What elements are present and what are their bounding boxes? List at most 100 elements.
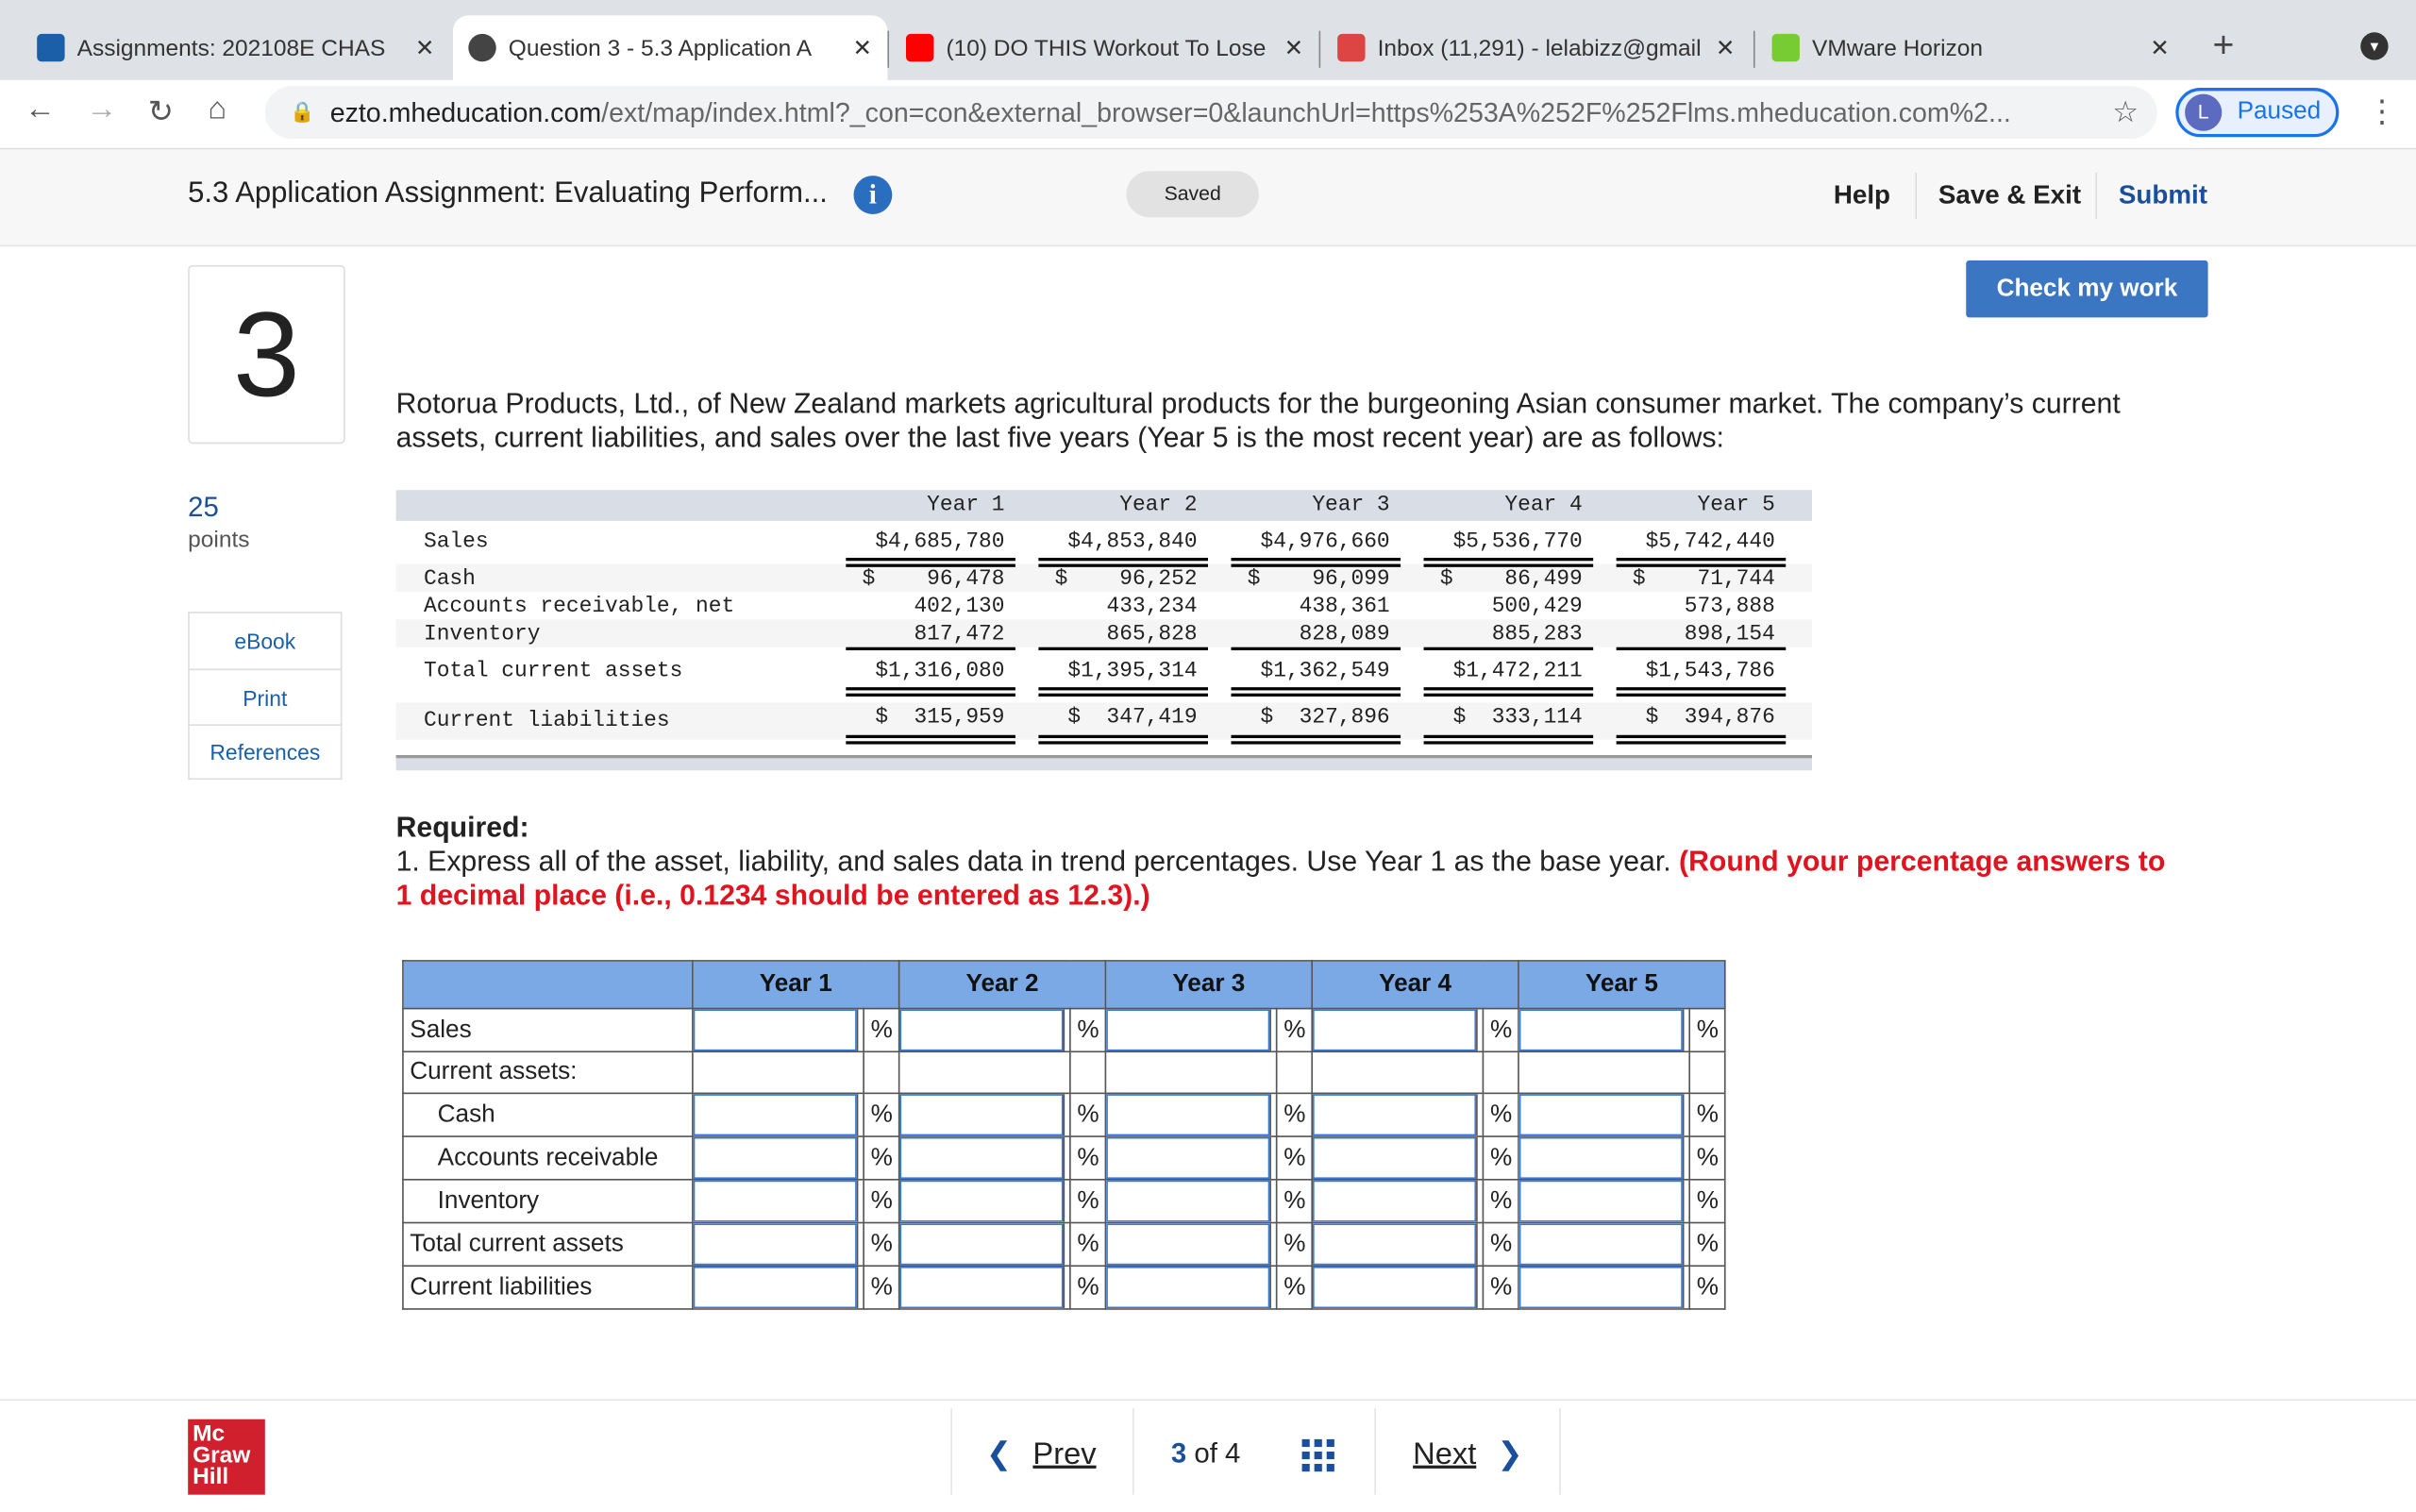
percent-unit: %	[1689, 1221, 1726, 1268]
reload-icon[interactable]: ↻	[148, 92, 174, 131]
youtube-icon	[905, 33, 934, 62]
percent-input[interactable]	[899, 1180, 1065, 1222]
percent-unit: %	[1276, 1135, 1314, 1181]
percent-input[interactable]	[1313, 1223, 1478, 1266]
percent-input[interactable]	[1106, 1009, 1271, 1051]
percent-input[interactable]	[1518, 1180, 1685, 1222]
percent-input[interactable]	[1313, 1180, 1478, 1222]
table-row: Inventory%%%%%	[402, 1178, 1726, 1224]
check-my-work-button[interactable]: Check my work	[1966, 260, 2208, 318]
cell-value: $ 394,876	[1645, 705, 1775, 731]
percent-unit: %	[1276, 1265, 1314, 1310]
cell-value: $ 96,252	[1054, 566, 1198, 592]
table-row: Sales%%%%%	[402, 1007, 1726, 1053]
cell-value: $ 327,896	[1260, 705, 1390, 731]
cell-value: $ 347,419	[1067, 705, 1198, 731]
cell-value: $1,472,211	[1452, 659, 1583, 684]
tab-search-icon[interactable]: ▼	[2360, 32, 2389, 60]
save-exit-link[interactable]: Save & Exit	[1938, 180, 2081, 211]
percent-unit: %	[864, 1178, 900, 1224]
percent-input[interactable]	[1518, 1009, 1685, 1051]
percent-input[interactable]	[899, 1094, 1065, 1136]
required-label: Required:	[395, 810, 529, 844]
close-tab-icon[interactable]: ✕	[1284, 34, 1304, 62]
percent-input[interactable]	[899, 1267, 1065, 1309]
browser-tab[interactable]: VMware Horizon ✕	[1756, 15, 2185, 80]
help-link[interactable]: Help	[1834, 180, 1890, 211]
close-tab-icon[interactable]: ✕	[853, 34, 873, 62]
profile-button[interactable]: L Paused	[2175, 88, 2340, 138]
row-label: Total current assets	[423, 659, 683, 684]
back-icon[interactable]: ←	[25, 92, 56, 128]
page-indicator: 3 of 4	[1170, 1437, 1241, 1469]
row-label: Inventory	[423, 622, 541, 647]
ebook-link[interactable]: eBook	[188, 612, 343, 671]
forward-icon[interactable]: →	[86, 92, 117, 128]
percent-unit: %	[1069, 1092, 1107, 1137]
percent-input[interactable]	[693, 1223, 859, 1266]
cell-value: 885,283	[1491, 622, 1583, 647]
table-row: Current assets:	[402, 1050, 1726, 1095]
browser-tab[interactable]: Inbox (11,291) - lelabizz@gmail ✕	[1322, 15, 1751, 80]
cell-value: $5,742,440	[1645, 529, 1775, 555]
percent-unit: %	[864, 1007, 900, 1053]
year-header: Year 5	[1697, 493, 1775, 518]
cell-value: 573,888	[1684, 595, 1775, 620]
new-tab-button[interactable]: +	[2212, 25, 2234, 68]
bookmark-star-icon[interactable]: ☆	[2112, 94, 2139, 130]
next-button[interactable]: Next ❯	[1413, 1435, 1523, 1473]
percent-input[interactable]	[1518, 1223, 1685, 1266]
menu-icon[interactable]: ⋮	[2367, 92, 2398, 131]
browser-tab[interactable]: (10) DO THIS Workout To Lose ✕	[891, 15, 1319, 80]
percent-input[interactable]	[1106, 1136, 1271, 1179]
percent-unit: %	[1276, 1007, 1314, 1053]
percent-unit: %	[1069, 1135, 1107, 1181]
address-bar[interactable]: 🔒 ezto.mheducation.com/ext/map/index.htm…	[264, 86, 2157, 139]
percent-input[interactable]	[1518, 1267, 1685, 1309]
close-tab-icon[interactable]: ✕	[1716, 34, 1736, 62]
percent-input[interactable]	[1313, 1009, 1478, 1051]
percent-unit: %	[864, 1092, 900, 1137]
assignment-title: 5.3 Application Assignment: Evaluating P…	[188, 176, 828, 210]
percent-input[interactable]	[1313, 1136, 1478, 1179]
percent-input[interactable]	[1313, 1267, 1478, 1309]
browser-tab[interactable]: Assignments: 202108E CHAS ✕	[22, 15, 450, 80]
percent-input[interactable]	[1106, 1180, 1271, 1222]
url-host: ezto.mheducation.com	[329, 96, 602, 127]
percent-input[interactable]	[899, 1009, 1065, 1051]
references-link[interactable]: References	[188, 724, 343, 781]
chevron-left-icon: ❮	[985, 1437, 1013, 1472]
submit-link[interactable]: Submit	[2119, 180, 2207, 211]
percent-input[interactable]	[693, 1136, 859, 1179]
percent-input[interactable]	[899, 1223, 1065, 1266]
percent-input[interactable]	[899, 1136, 1065, 1179]
cell-value: $1,395,314	[1067, 659, 1198, 684]
percent-input[interactable]	[1106, 1267, 1271, 1309]
percent-unit: %	[1276, 1221, 1314, 1268]
percent-input[interactable]	[1518, 1136, 1685, 1179]
info-icon[interactable]: i	[853, 176, 893, 214]
home-icon[interactable]: ⌂	[208, 92, 226, 128]
percent-input[interactable]	[693, 1094, 859, 1136]
avatar: L	[2185, 93, 2223, 131]
close-tab-icon[interactable]: ✕	[2150, 34, 2170, 62]
cell-value: $ 86,499	[1439, 566, 1583, 592]
globe-icon	[468, 33, 496, 62]
year-header: Year 1	[692, 960, 900, 1010]
percent-input[interactable]	[1518, 1094, 1685, 1136]
close-tab-icon[interactable]: ✕	[415, 34, 435, 62]
cell-value: $ 333,114	[1452, 705, 1583, 731]
percent-unit: %	[864, 1265, 900, 1310]
percent-input[interactable]	[1106, 1223, 1271, 1266]
percent-unit: %	[1483, 1007, 1519, 1053]
percent-input[interactable]	[1313, 1094, 1478, 1136]
percent-input[interactable]	[693, 1009, 859, 1051]
browser-tab[interactable]: Question 3 - 5.3 Application A ✕	[452, 15, 888, 80]
grid-icon[interactable]	[1301, 1438, 1334, 1472]
percent-input[interactable]	[693, 1267, 859, 1309]
percent-input[interactable]	[1106, 1094, 1271, 1136]
print-link[interactable]: Print	[188, 668, 343, 726]
points-value: 25	[188, 491, 219, 523]
prev-button[interactable]: ❮ Prev	[986, 1435, 1097, 1473]
percent-input[interactable]	[693, 1180, 859, 1222]
